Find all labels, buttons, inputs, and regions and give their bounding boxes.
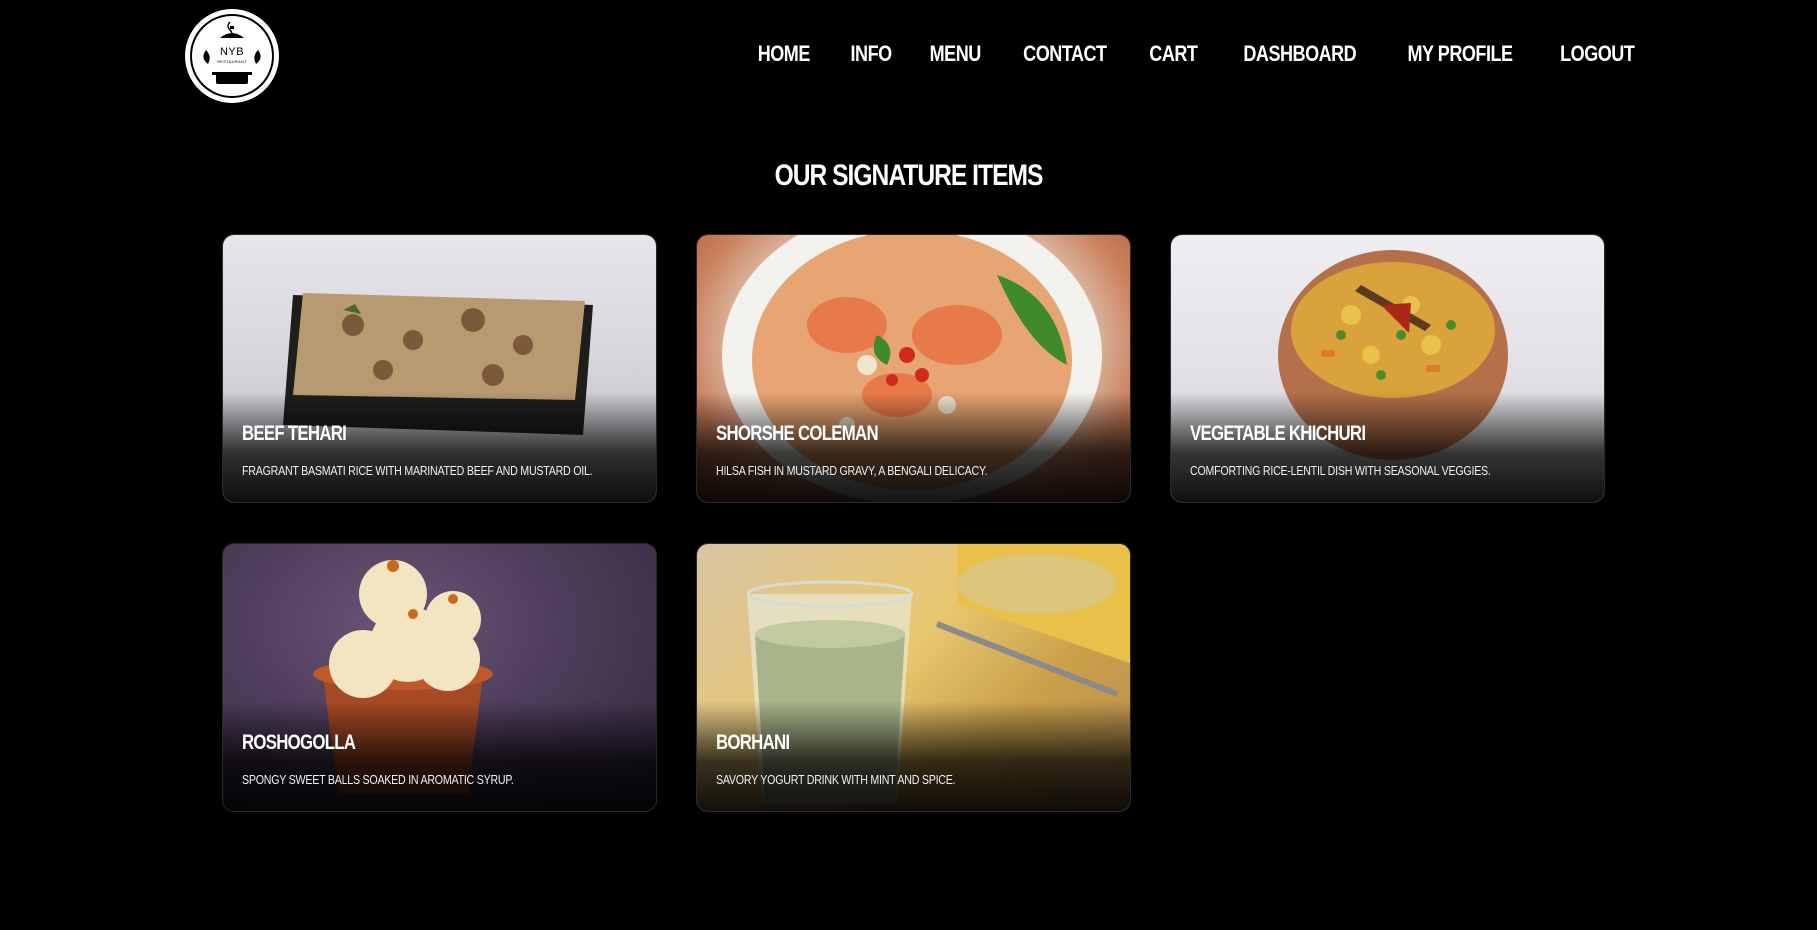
item-description: SPONGY SWEET BALLS SOAKED IN AROMATIC SY… xyxy=(242,772,514,787)
menu-card-roshogolla[interactable]: ROSHOGOLLA SPONGY SWEET BALLS SOAKED IN … xyxy=(222,543,657,812)
card-overlay xyxy=(697,701,1130,811)
restaurant-logo[interactable]: NYB RESTAURANT xyxy=(185,9,279,103)
nav-menu[interactable]: MENU xyxy=(930,36,982,72)
nav-home[interactable]: HOME xyxy=(758,36,811,72)
nav-info[interactable]: INFO xyxy=(850,36,892,72)
nav-my-profile[interactable]: MY PROFILE xyxy=(1408,36,1514,72)
card-overlay xyxy=(697,392,1130,502)
nav-contact[interactable]: CONTACT xyxy=(1024,36,1108,72)
menu-card-beef-tehari[interactable]: BEEF TEHARI FRAGRANT BASMATI RICE WITH M… xyxy=(222,234,657,503)
nav-logout[interactable]: LOGOUT xyxy=(1561,36,1636,72)
logo-text: NYB xyxy=(219,46,245,58)
logo-subtext: RESTAURANT xyxy=(217,59,247,64)
item-name: VEGETABLE KHICHURI xyxy=(1190,422,1366,445)
item-name: ROSHOGOLLA xyxy=(242,731,356,754)
menu-card-vegetable-khichuri[interactable]: VEGETABLE KHICHURI COMFORTING RICE-LENTI… xyxy=(1170,234,1605,503)
page: NYB RESTAURANT HOME INFO MENU CONTACT CA… xyxy=(0,0,1817,930)
card-overlay xyxy=(223,701,656,811)
item-name: BEEF TEHARI xyxy=(242,422,347,445)
section-title: OUR SIGNATURE ITEMS xyxy=(774,158,1044,192)
logo-badge: NYB RESTAURANT xyxy=(190,14,274,98)
menu-card-borhani[interactable]: BORHANI SAVORY YOGURT DRINK WITH MINT AN… xyxy=(696,543,1131,812)
nav-cart[interactable]: CART xyxy=(1149,36,1198,72)
menu-card-shorshe-coleman[interactable]: SHORSHE COLEMAN HILSA FISH IN MUSTARD GR… xyxy=(696,234,1131,503)
main-nav: HOME INFO MENU CONTACT CART DASHBOARD MY… xyxy=(746,36,1643,72)
item-description: COMFORTING RICE-LENTIL DISH WITH SEASONA… xyxy=(1190,463,1491,478)
item-name: BORHANI xyxy=(716,731,790,754)
card-overlay xyxy=(1171,392,1604,502)
item-description: SAVORY YOGURT DRINK WITH MINT AND SPICE. xyxy=(716,772,956,787)
item-description: HILSA FISH IN MUSTARD GRAVY, A BENGALI D… xyxy=(716,463,988,478)
item-description: FRAGRANT BASMATI RICE WITH MARINATED BEE… xyxy=(242,463,593,478)
card-overlay xyxy=(223,392,656,502)
nav-dashboard[interactable]: DASHBOARD xyxy=(1243,36,1356,72)
item-name: SHORSHE COLEMAN xyxy=(716,422,879,445)
